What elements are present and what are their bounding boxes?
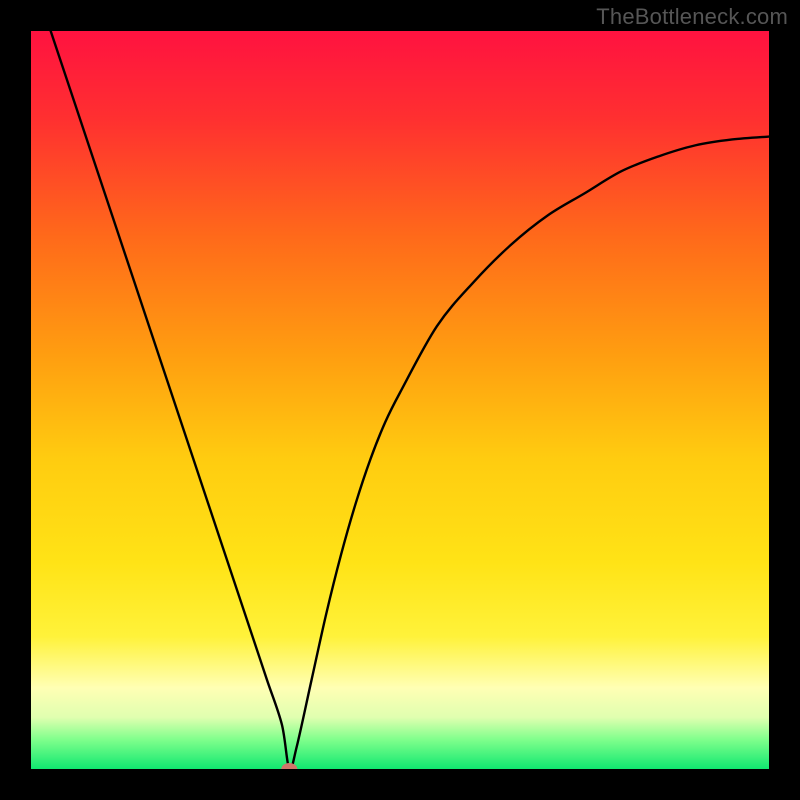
chart-frame: TheBottleneck.com	[0, 0, 800, 800]
bottleneck-chart	[0, 0, 800, 800]
optimum-marker	[281, 763, 297, 775]
gradient-background	[31, 31, 769, 769]
